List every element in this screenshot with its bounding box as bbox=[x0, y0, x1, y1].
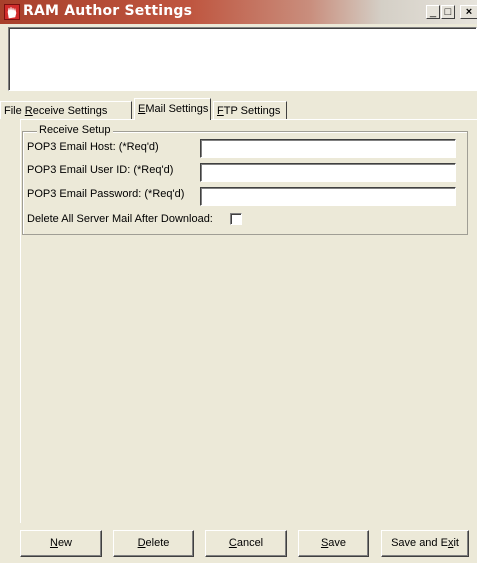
tab-label-suffix: TP Settings bbox=[223, 105, 281, 117]
app-hand-icon bbox=[4, 4, 20, 20]
button-accel: C bbox=[228, 537, 237, 549]
delete-server-mail-label: Delete All Server Mail After Download: bbox=[27, 213, 213, 225]
pop3-host-input[interactable] bbox=[200, 139, 456, 158]
close-button[interactable]: × bbox=[460, 5, 477, 19]
delete-button[interactable]: Delete bbox=[113, 530, 194, 557]
button-label-pre: Save and E bbox=[391, 537, 448, 549]
tab-accel: F bbox=[217, 105, 224, 117]
tab-label-suffix: eceive Settings bbox=[32, 105, 108, 117]
button-label-rest: elete bbox=[145, 537, 170, 549]
maximize-button[interactable]: □ bbox=[441, 5, 455, 19]
button-accel: N bbox=[49, 537, 58, 549]
button-label-rest: ave bbox=[328, 537, 347, 549]
button-label-rest: ew bbox=[57, 537, 72, 549]
pop3-password-label: POP3 Email Password: (*Req'd) bbox=[27, 188, 185, 200]
pop3-user-id-label: POP3 Email User ID: (*Req'd) bbox=[27, 164, 174, 176]
new-button[interactable]: New bbox=[20, 530, 102, 557]
title-bar[interactable]: RAM Author Settings _ □ × bbox=[0, 0, 477, 24]
minimize-button[interactable]: _ bbox=[426, 5, 440, 19]
receive-setup-legend: Receive Setup bbox=[37, 124, 113, 136]
save-and-exit-button[interactable]: Save and Exit bbox=[381, 530, 469, 557]
pop3-password-input[interactable] bbox=[200, 187, 456, 206]
tab-label-suffix: Mail Settings bbox=[145, 103, 209, 115]
tab-email-settings[interactable]: EMail Settings bbox=[134, 98, 211, 120]
button-accel: D bbox=[137, 537, 146, 549]
tab-label-prefix: File bbox=[4, 105, 25, 117]
pop3-user-id-input[interactable] bbox=[200, 163, 456, 182]
window-title: RAM Author Settings bbox=[23, 3, 193, 19]
tab-file-receive-settings[interactable]: File Receive Settings bbox=[0, 101, 132, 119]
header-panel bbox=[8, 27, 477, 91]
button-label-rest: ancel bbox=[236, 537, 264, 549]
tab-strip: File Receive Settings EMail Settings FTP… bbox=[0, 98, 477, 120]
tab-accel: R bbox=[24, 105, 33, 117]
pop3-host-label: POP3 Email Host: (*Req'd) bbox=[27, 141, 159, 153]
button-label-rest: it bbox=[453, 537, 459, 549]
delete-server-mail-checkbox[interactable] bbox=[230, 213, 242, 225]
cancel-button[interactable]: Cancel bbox=[205, 530, 287, 557]
tab-ftp-settings[interactable]: FTP Settings bbox=[213, 101, 287, 119]
save-button[interactable]: Save bbox=[298, 530, 369, 557]
